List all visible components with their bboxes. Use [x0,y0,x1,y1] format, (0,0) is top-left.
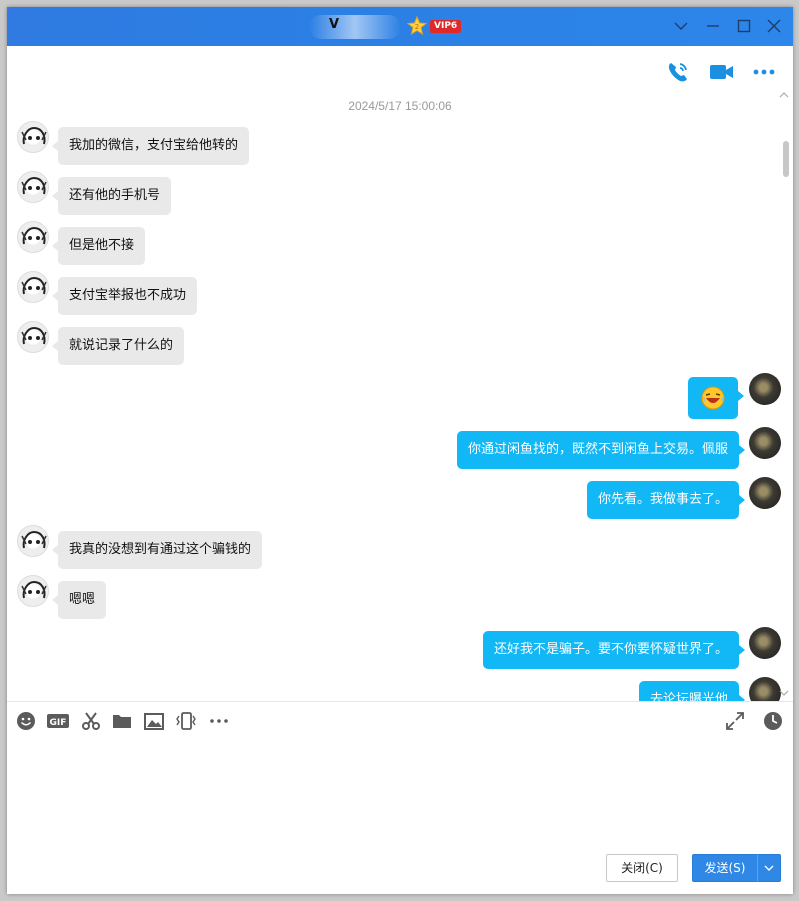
message-bubble[interactable]: 但是他不接 [51,227,146,265]
chevron-down-icon [764,865,774,871]
message-bubble[interactable]: 你通过闲鱼找的，既然不到闲鱼上交易。佩服 [456,431,746,469]
voice-call-icon[interactable] [665,59,691,85]
emoji-message-bubble[interactable] [688,377,744,419]
self-avatar[interactable] [749,627,781,659]
avatar-sketch [21,276,47,295]
avatar-sketch [21,126,47,145]
avatar-sketch [21,326,47,345]
more-icon[interactable] [751,59,777,85]
scroll-up-arrow-icon[interactable] [779,91,789,99]
title-bar: V 2 VIP6 [7,7,793,46]
message-bubble[interactable]: 还有他的手机号 [51,177,172,215]
svg-text:2: 2 [415,23,419,31]
contact-avatar[interactable] [17,575,49,607]
history-icon[interactable] [762,710,784,732]
send-button[interactable]: 发送(S) [692,854,758,882]
message-bubble[interactable]: 我真的没想到有通过这个骗钱的 [51,531,263,569]
expand-icon[interactable] [724,710,746,732]
chat-scrollbar[interactable] [783,141,789,177]
message-bubble[interactable]: 就说记录了什么的 [51,327,185,365]
input-divider [7,701,793,702]
star-level-icon: 2 [407,16,427,36]
self-avatar[interactable] [749,373,781,405]
message-bubble[interactable]: 嗯嗯 [51,581,107,619]
contact-avatar[interactable] [17,321,49,353]
close-icon[interactable] [763,15,785,37]
contact-avatar[interactable] [17,221,49,253]
contact-avatar[interactable] [17,121,49,153]
maximize-icon[interactable] [733,15,755,37]
more-tools-icon[interactable] [208,710,230,732]
self-avatar[interactable] [749,677,781,701]
contact-name[interactable]: V [329,17,339,32]
vip-badge: VIP6 [430,20,462,33]
scroll-down-arrow-icon[interactable] [779,689,789,697]
laughing-face-icon [701,386,725,410]
message-bubble[interactable]: 还好我不是骗子。要不你要怀疑世界了。 [482,631,746,669]
message-bubble[interactable]: 去论坛曝光他 [638,681,746,701]
contact-avatar[interactable] [17,525,49,557]
contact-avatar[interactable] [17,171,49,203]
message-bubble[interactable]: 支付宝举报也不成功 [51,277,198,315]
avatar-sketch [21,176,47,195]
self-avatar[interactable] [749,427,781,459]
contact-avatar[interactable] [17,271,49,303]
image-icon[interactable] [143,710,165,732]
gif-icon-label: GIF [50,718,67,728]
folder-icon[interactable] [111,710,133,732]
close-button[interactable]: 关闭(C) [606,854,678,882]
scissors-icon[interactable] [80,710,102,732]
emoji-icon[interactable] [15,710,37,732]
message-timestamp: 2024/5/17 15:00:06 [348,99,452,113]
gif-icon[interactable]: GIF [46,710,70,732]
avatar-sketch [21,530,47,549]
self-avatar[interactable] [749,477,781,509]
chat-window: V 2 VIP6 2024/5/17 15:00:06 我加的微信，支付宝给他转… [7,7,793,894]
video-call-icon[interactable] [708,59,734,85]
message-bubble[interactable]: 我加的微信，支付宝给他转的 [51,127,250,165]
minimize-icon[interactable] [702,15,724,37]
shake-icon[interactable] [175,710,197,732]
contact-name-blur [309,15,401,39]
message-input[interactable] [17,739,783,839]
dropdown-chevron-icon[interactable] [670,15,692,37]
avatar-sketch [21,580,47,599]
send-options-button[interactable] [757,854,781,882]
message-list[interactable]: 2024/5/17 15:00:06 我加的微信，支付宝给他转的 还有他的手机号… [7,87,793,701]
message-bubble[interactable]: 你先看。我做事去了。 [586,481,746,519]
avatar-sketch [21,226,47,245]
